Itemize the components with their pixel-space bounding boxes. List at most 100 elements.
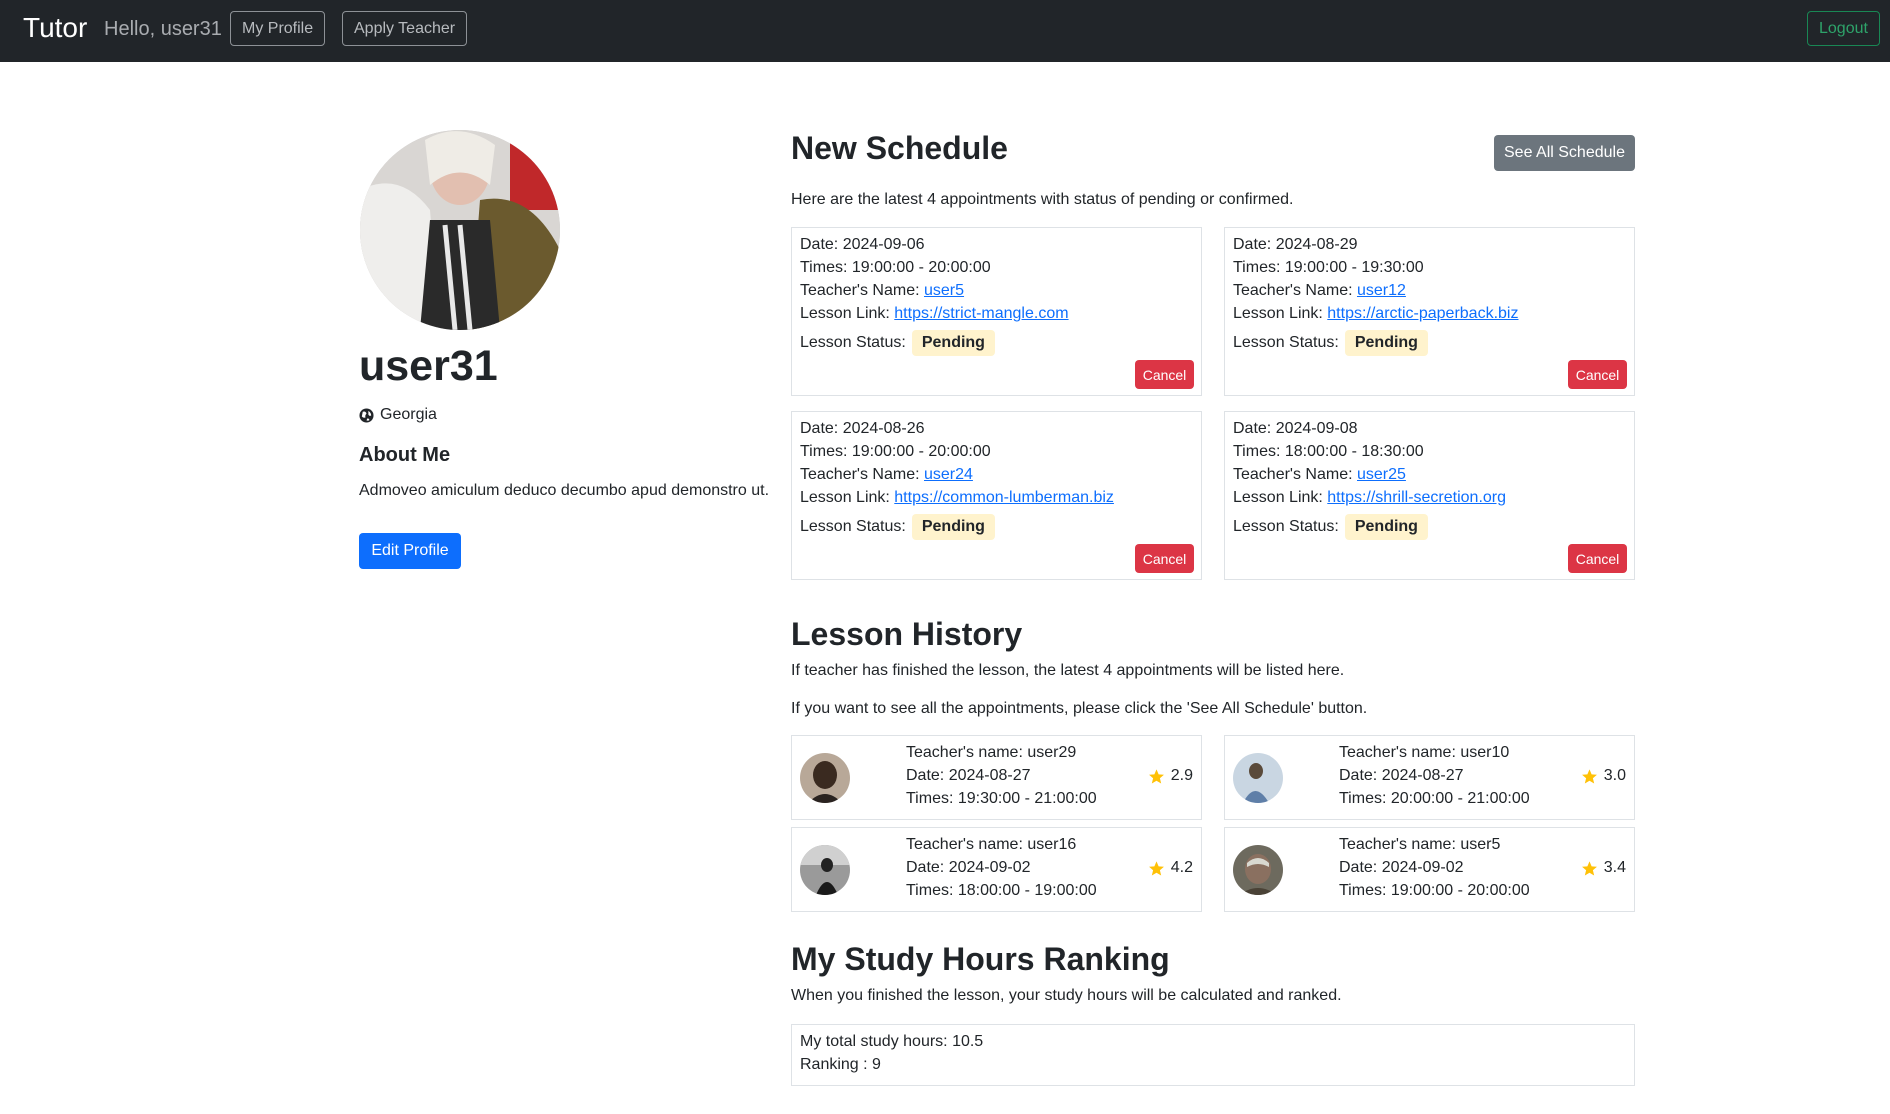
schedule-card: Date: 2024-08-26 Times: 19:00:00 - 20:00… xyxy=(791,411,1202,580)
teacher-link[interactable]: user5 xyxy=(924,282,964,299)
history-teacher: Teacher's name: user29 xyxy=(906,744,1077,761)
rating-value: 3.0 xyxy=(1603,767,1626,784)
schedule-lesson-link: Lesson Link: https://strict-mangle.com xyxy=(800,305,1069,322)
schedule-lesson-link: Lesson Link: https://arctic-paperback.bi… xyxy=(1233,305,1519,322)
star-icon xyxy=(1148,768,1164,784)
teacher-avatar xyxy=(1233,845,1283,895)
greeting-text: Hello, user31 xyxy=(104,18,222,40)
history-times: Times: 20:00:00 - 21:00:00 xyxy=(1339,790,1530,807)
schedule-teacher: Teacher's Name: user12 xyxy=(1233,282,1406,299)
schedule-date: Date: 2024-09-08 xyxy=(1233,420,1358,437)
history-date: Date: 2024-09-02 xyxy=(906,859,1031,876)
schedule-lesson-link: Lesson Link: https://common-lumberman.bi… xyxy=(800,489,1114,506)
history-date: Date: 2024-08-27 xyxy=(906,767,1031,784)
history-teacher: Teacher's name: user10 xyxy=(1339,744,1510,761)
history-card: Teacher's name: user10 Date: 2024-08-27 … xyxy=(1224,735,1635,820)
lesson-link[interactable]: https://strict-mangle.com xyxy=(894,305,1068,322)
schedule-card: Date: 2024-09-08 Times: 18:00:00 - 18:30… xyxy=(1224,411,1635,580)
logout-button[interactable]: Logout xyxy=(1807,11,1880,46)
teacher-link[interactable]: user25 xyxy=(1357,466,1406,483)
lesson-history-heading: Lesson History xyxy=(791,616,1023,652)
teacher-link[interactable]: user24 xyxy=(924,466,973,483)
history-times: Times: 19:30:00 - 21:00:00 xyxy=(906,790,1097,807)
rating-value: 4.2 xyxy=(1170,859,1193,876)
lesson-history-hint: If you want to see all the appointments,… xyxy=(791,700,1368,717)
lesson-link[interactable]: https://common-lumberman.biz xyxy=(894,489,1114,506)
teacher-avatar xyxy=(800,845,850,895)
teacher-rating: 3.4 xyxy=(1581,859,1626,877)
study-ranking-card: My total study hours: 10.5 Ranking : 9 xyxy=(791,1024,1635,1086)
schedule-teacher: Teacher's Name: user5 xyxy=(800,282,965,299)
country-name: Georgia xyxy=(380,406,437,423)
new-schedule-description: Here are the latest 4 appointments with … xyxy=(791,191,1294,208)
profile-avatar xyxy=(360,130,560,330)
my-profile-button[interactable]: My Profile xyxy=(230,11,326,46)
schedule-status-row: Lesson Status: Pending xyxy=(1233,514,1428,540)
history-times: Times: 18:00:00 - 19:00:00 xyxy=(906,882,1097,899)
schedule-times: Times: 18:00:00 - 18:30:00 xyxy=(1233,443,1424,460)
history-date: Date: 2024-08-27 xyxy=(1339,767,1464,784)
profile-username: user31 xyxy=(359,342,498,390)
schedule-times: Times: 19:00:00 - 20:00:00 xyxy=(800,259,991,276)
about-me-text: Admoveo amiculum deduco decumbo apud dem… xyxy=(359,482,770,499)
teacher-avatar xyxy=(800,753,850,803)
globe-icon xyxy=(359,407,374,423)
schedule-teacher: Teacher's Name: user24 xyxy=(800,466,973,483)
ranking-value: Ranking : 9 xyxy=(800,1056,881,1073)
schedule-date: Date: 2024-08-29 xyxy=(1233,236,1358,253)
history-teacher: Teacher's name: user16 xyxy=(906,836,1077,853)
schedule-card: Date: 2024-08-29 Times: 19:00:00 - 19:30… xyxy=(1224,227,1635,396)
status-badge: Pending xyxy=(911,330,995,356)
schedule-teacher: Teacher's Name: user25 xyxy=(1233,466,1406,483)
new-schedule-heading: New Schedule xyxy=(791,130,1008,166)
history-card: Teacher's name: user29 Date: 2024-08-27 … xyxy=(791,735,1202,820)
status-label: Lesson Status: xyxy=(1233,518,1339,535)
apply-teacher-button[interactable]: Apply Teacher xyxy=(342,11,468,46)
status-badge: Pending xyxy=(1344,514,1428,540)
history-card: Teacher's name: user16 Date: 2024-09-02 … xyxy=(791,827,1202,912)
star-icon xyxy=(1581,768,1597,784)
see-all-schedule-button[interactable]: See All Schedule xyxy=(1494,135,1635,171)
schedule-status-row: Lesson Status: Pending xyxy=(800,514,995,540)
teacher-rating: 2.9 xyxy=(1148,767,1193,785)
status-badge: Pending xyxy=(911,514,995,540)
status-label: Lesson Status: xyxy=(1233,334,1339,351)
total-study-hours: My total study hours: 10.5 xyxy=(800,1033,984,1050)
history-teacher: Teacher's name: user5 xyxy=(1339,836,1501,853)
schedule-times: Times: 19:00:00 - 20:00:00 xyxy=(800,443,991,460)
study-ranking-heading: My Study Hours Ranking xyxy=(791,941,1170,977)
history-date: Date: 2024-09-02 xyxy=(1339,859,1464,876)
status-label: Lesson Status: xyxy=(800,334,906,351)
cancel-button[interactable]: Cancel xyxy=(1568,360,1627,389)
schedule-date: Date: 2024-09-06 xyxy=(800,236,925,253)
cancel-button[interactable]: Cancel xyxy=(1135,360,1194,389)
edit-profile-button[interactable]: Edit Profile xyxy=(359,533,461,569)
cancel-button[interactable]: Cancel xyxy=(1135,544,1194,573)
cancel-button[interactable]: Cancel xyxy=(1568,544,1627,573)
status-badge: Pending xyxy=(1344,330,1428,356)
top-navbar: Tutor Hello, user31 My Profile Apply Tea… xyxy=(0,0,1890,62)
schedule-status-row: Lesson Status: Pending xyxy=(800,330,995,356)
lesson-history-description: If teacher has finished the lesson, the … xyxy=(791,662,1345,679)
profile-location: Georgia xyxy=(359,406,437,424)
rating-value: 3.4 xyxy=(1603,859,1626,876)
schedule-card: Date: 2024-09-06 Times: 19:00:00 - 20:00… xyxy=(791,227,1202,396)
schedule-lesson-link: Lesson Link: https://shrill-secretion.or… xyxy=(1233,489,1507,506)
star-icon xyxy=(1581,860,1597,876)
star-icon xyxy=(1148,860,1164,876)
study-ranking-description: When you finished the lesson, your study… xyxy=(791,987,1342,1004)
history-card: Teacher's name: user5 Date: 2024-09-02 T… xyxy=(1224,827,1635,912)
brand-logo[interactable]: Tutor xyxy=(23,12,87,44)
teacher-rating: 4.2 xyxy=(1148,859,1193,877)
teacher-rating: 3.0 xyxy=(1581,767,1626,785)
status-label: Lesson Status: xyxy=(800,518,906,535)
schedule-times: Times: 19:00:00 - 19:30:00 xyxy=(1233,259,1424,276)
lesson-link[interactable]: https://shrill-secretion.org xyxy=(1327,489,1506,506)
history-times: Times: 19:00:00 - 20:00:00 xyxy=(1339,882,1530,899)
teacher-link[interactable]: user12 xyxy=(1357,282,1406,299)
about-me-heading: About Me xyxy=(359,444,451,466)
schedule-date: Date: 2024-08-26 xyxy=(800,420,925,437)
schedule-status-row: Lesson Status: Pending xyxy=(1233,330,1428,356)
teacher-avatar xyxy=(1233,753,1283,803)
lesson-link[interactable]: https://arctic-paperback.biz xyxy=(1327,305,1518,322)
